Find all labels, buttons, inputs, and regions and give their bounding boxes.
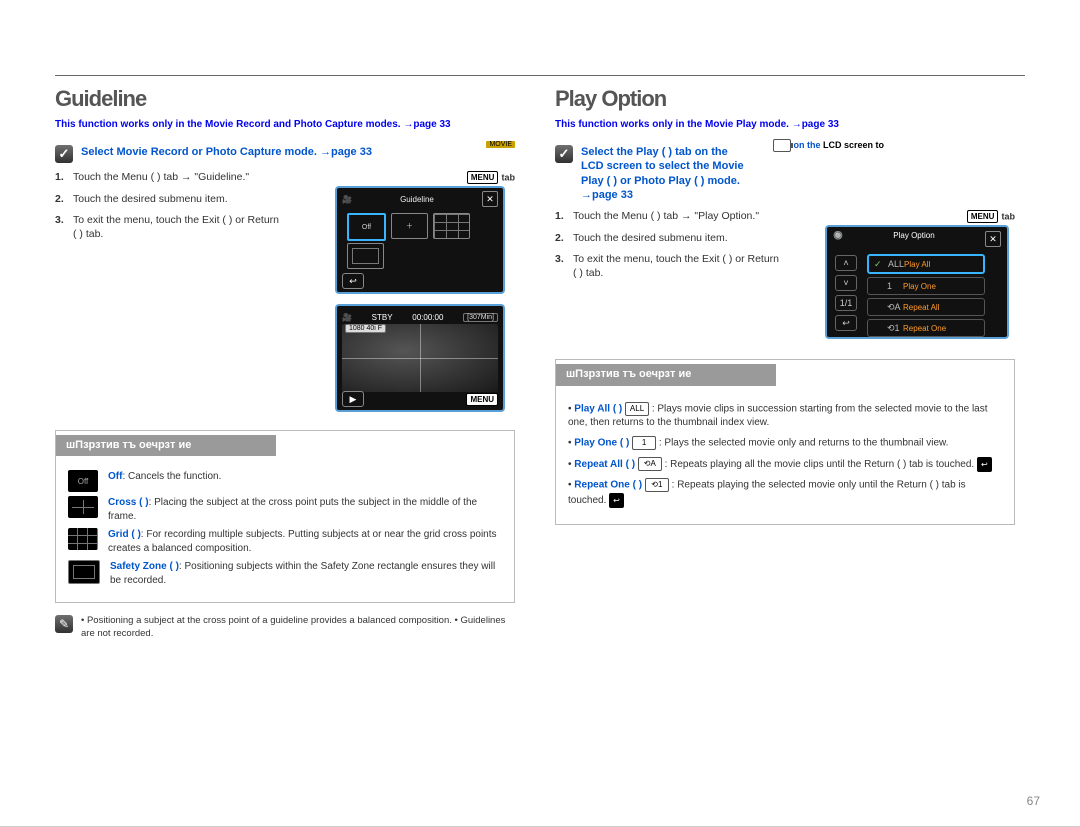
- item-play-all: • Play All ( ) ALL : Plays movie clips i…: [568, 402, 1002, 431]
- precheck-row-left: ✓ Select Movie Record or Photo Capture m…: [55, 145, 455, 163]
- two-columns: Guideline This function works only in th…: [55, 86, 1025, 640]
- play-all-icon: ALL: [625, 402, 649, 416]
- step-1-left: Touch the Menu ( ) tab → "Guideline.": [73, 171, 285, 185]
- close-icon[interactable]: ✕: [482, 191, 498, 207]
- remaining-label: [307Min]: [463, 313, 498, 322]
- step-1-right: Touch the Menu ( ) tab → "Play Option.": [573, 210, 785, 224]
- screenshot-guideline-menu: 🎥 Guideline ✕ Off ＋: [335, 186, 505, 294]
- play-mode-icon[interactable]: ▶: [342, 391, 364, 407]
- cam-icon: 🎥: [342, 195, 352, 204]
- return-icon[interactable]: ↩: [835, 315, 857, 331]
- col-right: Play Option This function works only in …: [555, 86, 1015, 640]
- menu-tab-label: MENU: [967, 210, 999, 223]
- return-key-icon: ↩: [609, 493, 624, 508]
- item-repeat-all: • Repeat All ( ) ⟲A : Repeats playing al…: [568, 457, 1002, 472]
- precheck-text-right: Select the Play ( ) tab on the LCD scree…: [581, 145, 751, 202]
- repeat-all-icon: ⟲A: [638, 457, 662, 471]
- item-grid: Grid ( ): For recording multiple subject…: [68, 528, 502, 556]
- step-2-right: Touch the desired submenu item.: [573, 232, 785, 246]
- right-screenshots: MENU tab 🔘 Play Option ✕ ˄ ˅ 1/1: [825, 210, 1015, 339]
- menu-icon[interactable]: MENU: [466, 393, 498, 406]
- step-3-right: To exit the menu, touch the Exit ( ) or …: [573, 253, 785, 280]
- close-icon[interactable]: ✕: [985, 231, 1001, 247]
- screenshot-playoption-menu: 🔘 Play Option ✕ ˄ ˅ 1/1 ↩ ✓ALLPlay All: [825, 225, 1009, 339]
- opt-cross[interactable]: ＋: [391, 213, 428, 239]
- cam-icon: 🎥: [342, 313, 352, 322]
- left-intro: This function works only in the Movie Re…: [55, 118, 515, 131]
- left-screenshots: MENU tab 🎥 Guideline ✕ Off ＋: [335, 171, 515, 422]
- opt-safe[interactable]: [347, 243, 384, 269]
- return-key-icon: ↩: [977, 457, 992, 472]
- screenshot-record-preview: 🎥 STBY 00:00:00 [307Min] 1080 40i F ▶ ME…: [335, 304, 505, 412]
- opt-play-all[interactable]: ✓ALLPlay All: [867, 254, 985, 274]
- item-cross: Cross ( ): Placing the subject at the cr…: [68, 496, 502, 524]
- thumb-off-icon: Off: [68, 470, 98, 492]
- items-heading-right: шПзрзтив тъ оечрзт ие: [556, 364, 776, 385]
- right-steps: 1.Touch the Menu ( ) tab → "Play Option.…: [555, 210, 815, 339]
- check-icon: ✓: [555, 145, 573, 163]
- opt-grid[interactable]: [433, 213, 470, 239]
- item-off: Off Off: Cancels the function.: [68, 470, 502, 492]
- item-play-one: • Play One ( ) 1 : Plays the selected mo…: [568, 436, 1002, 451]
- item-repeat-one: • Repeat One ( ) ⟲1 : Repeats playing th…: [568, 478, 1002, 508]
- movie-badge: MOVIE: [486, 141, 515, 148]
- opt-off[interactable]: Off: [347, 213, 386, 241]
- thumb-safe-icon: [68, 560, 100, 584]
- guideline-footnote: ✎ • Positioning a subject at the cross p…: [55, 615, 515, 640]
- play-icon: 🔘: [833, 231, 843, 247]
- note-icon: ✎: [55, 615, 73, 633]
- item-safe: Safety Zone ( ): Positioning subjects wi…: [68, 560, 502, 588]
- step-3-left: To exit the menu, touch the Exit ( ) or …: [73, 214, 285, 241]
- check-icon: ✓: [55, 145, 73, 163]
- opt-play-one[interactable]: 1Play One: [867, 277, 985, 295]
- precheck-row-right: ✓ Select the Play ( ) tab on the LCD scr…: [555, 145, 755, 202]
- repeat-one-icon: ⟲1: [645, 478, 669, 492]
- heading-playoption: Play Option: [555, 86, 1015, 112]
- preview-area: [342, 324, 498, 392]
- right-intro: This function works only in the Movie Pl…: [555, 118, 1015, 131]
- thumb-grid-icon: [68, 528, 98, 550]
- page-number: 67: [1027, 794, 1040, 808]
- thumb-cross-icon: [68, 496, 98, 518]
- page-indicator: 1/1: [835, 295, 857, 311]
- step-2-left: Touch the desired submenu item.: [73, 193, 285, 207]
- col-left: Guideline This function works only in th…: [55, 86, 515, 640]
- guideline-items-box: шПзрзтив тъ оечрзт ие Off Off: Cancels t…: [55, 430, 515, 603]
- left-body: 1.Touch the Menu ( ) tab → "Guideline." …: [55, 171, 515, 422]
- res-badge: 1080 40i F: [345, 324, 386, 333]
- lcd-icon: [773, 139, 791, 152]
- precheck-text-left: Select Movie Record or Photo Capture mod…: [81, 145, 372, 159]
- manual-page: Guideline This function works only in th…: [0, 0, 1080, 827]
- shotR-title: Play Option: [893, 231, 934, 247]
- menu-tab-label: MENU: [467, 171, 499, 184]
- shot1-title: Guideline: [400, 195, 434, 204]
- up-arrow-icon[interactable]: ˄: [835, 255, 857, 271]
- top-rule: [55, 75, 1025, 76]
- right-body: 1.Touch the Menu ( ) tab → "Play Option.…: [555, 210, 1015, 339]
- play-one-icon: 1: [632, 436, 656, 450]
- down-arrow-icon[interactable]: ˅: [835, 275, 857, 291]
- playoption-items-box: шПзрзтив тъ оечрзт ие • Play All ( ) ALL…: [555, 359, 1015, 525]
- left-steps: 1.Touch the Menu ( ) tab → "Guideline." …: [55, 171, 325, 422]
- opt-repeat-all[interactable]: ⟲ARepeat All: [867, 298, 985, 316]
- stby-label: STBY: [372, 313, 393, 322]
- items-heading-left: шПзрзтив тъ оечрзт ие: [56, 435, 276, 456]
- return-icon[interactable]: ↩: [342, 273, 364, 289]
- time-label: 00:00:00: [412, 313, 443, 322]
- heading-guideline: Guideline: [55, 86, 515, 112]
- opt-repeat-one[interactable]: ⟲1Repeat One: [867, 319, 985, 337]
